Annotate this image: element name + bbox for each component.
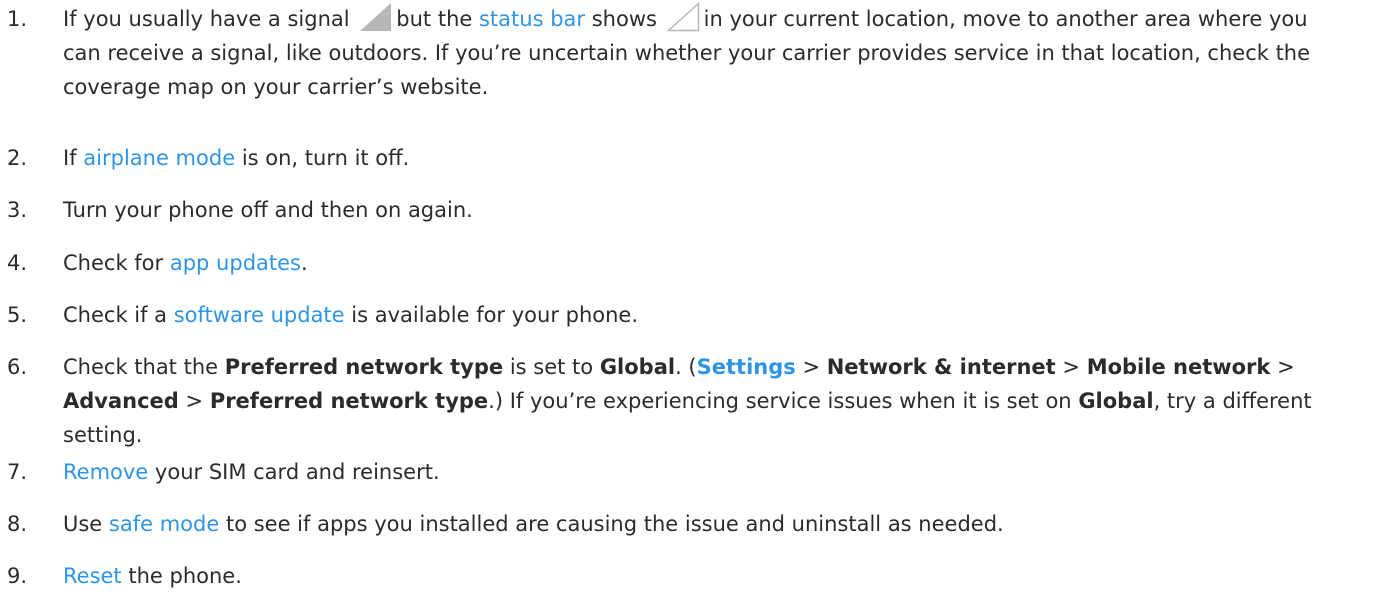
step-number: 4. [7, 251, 28, 275]
step-text-segment: but the [396, 7, 473, 31]
step-text-segment: If you usually have a signal [63, 7, 350, 31]
signal-full-icon [360, 3, 392, 31]
step-text: Remove your SIM card and reinsert. [63, 455, 1343, 489]
step-text-segment: Check if a [63, 303, 168, 327]
step-number: 7. [7, 460, 28, 484]
step-text: Reset the phone. [63, 559, 1343, 593]
step-text-segment: to see if apps you installed are causing… [225, 512, 1004, 536]
step-text: Check that the Preferred network type is… [63, 350, 1343, 452]
software-update-link[interactable]: software update [174, 303, 345, 327]
path-separator: > [185, 389, 204, 413]
step-number: 6. [7, 355, 28, 379]
step-number: 5. [7, 303, 28, 327]
path-separator: > [1062, 355, 1080, 379]
step-text-segment: is available for your phone. [351, 303, 639, 327]
setting-value: Global [599, 355, 676, 379]
settings-link[interactable]: Settings [697, 355, 796, 379]
menu-path-item: Preferred network type [209, 389, 489, 413]
path-separator: > [802, 355, 821, 379]
step-text-segment: If [63, 146, 77, 170]
step-text: If airplane mode is on, turn it off. [63, 141, 1343, 175]
step-number: 9. [7, 564, 28, 588]
remove-link[interactable]: Remove [63, 460, 148, 484]
step-text-segment: Turn your phone off and then on again. [63, 198, 473, 222]
step-text: If you usually have a signal but the sta… [63, 2, 1343, 104]
setting-name: Preferred network type [224, 355, 504, 379]
step-text: Check for app updates. [63, 246, 1343, 280]
setting-value: Global [1078, 389, 1154, 413]
step-text-segment: . ( [675, 355, 697, 379]
path-separator: > [1277, 355, 1295, 379]
troubleshooting-steps: 1. If you usually have a signal but the … [0, 0, 1378, 604]
step-text-segment: Use [63, 512, 103, 536]
signal-empty-icon [666, 2, 699, 32]
airplane-mode-link[interactable]: airplane mode [83, 146, 235, 170]
step-text: Turn your phone off and then on again. [63, 193, 1343, 227]
step-text-segment: Check that the [63, 355, 219, 379]
step-number: 2. [7, 146, 28, 170]
reset-link[interactable]: Reset [63, 564, 122, 588]
step-text-segment: Check for [63, 251, 164, 275]
step-text-segment: your SIM card and reinsert. [154, 460, 440, 484]
step-text-segment: is on, turn it off. [241, 146, 410, 170]
menu-path-item: Network & internet [826, 355, 1056, 379]
step-number: 3. [7, 198, 28, 222]
status-bar-link[interactable]: status bar [479, 7, 585, 31]
step-text-segment: shows [591, 7, 657, 31]
menu-path-item: Advanced [63, 389, 179, 413]
app-updates-link[interactable]: app updates [170, 251, 301, 275]
step-text-segment: is set to [509, 355, 594, 379]
step-text-segment: the phone. [128, 564, 242, 588]
safe-mode-link[interactable]: safe mode [109, 512, 219, 536]
step-text: Use safe mode to see if apps you install… [63, 507, 1343, 541]
step-text: Check if a software update is available … [63, 298, 1343, 332]
step-number: 1. [7, 7, 28, 31]
menu-path-item: Mobile network [1086, 355, 1271, 379]
step-text-segment: .) If you’re experiencing service issues… [488, 389, 1072, 413]
step-number: 8. [7, 512, 28, 536]
step-text-segment: . [300, 251, 308, 275]
